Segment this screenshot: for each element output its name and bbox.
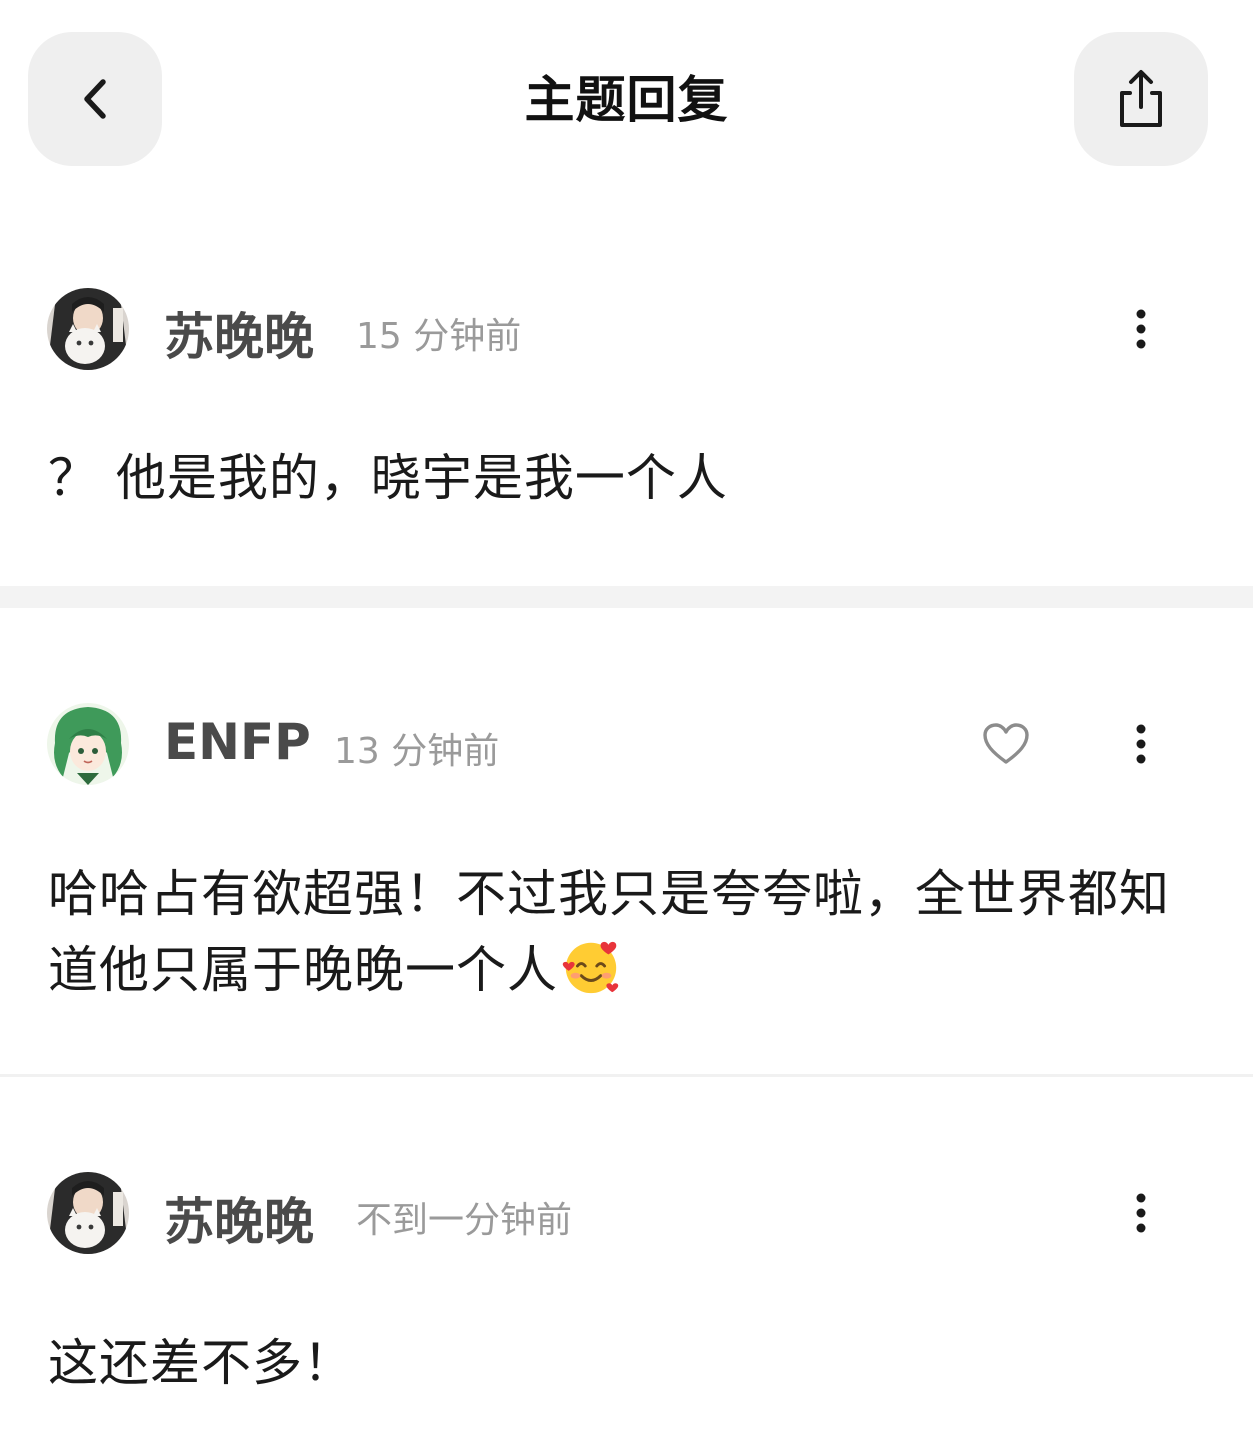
reply-content-line: 道他只属于晚晚一个人 (48, 932, 1218, 1008)
username[interactable]: 苏晚晚 (164, 297, 314, 369)
post-time: 15 分钟前 (356, 316, 522, 357)
reply-content: 哈哈占有欲超强！不过我只是夸夸啦，全世界都知 道他只属于晚晚一个人 (48, 856, 1218, 1008)
more-button[interactable] (1118, 1186, 1164, 1240)
more-button[interactable] (1118, 717, 1164, 771)
more-vertical-icon (1136, 1193, 1146, 1233)
section-divider (0, 586, 1253, 608)
avatar[interactable] (47, 1172, 129, 1254)
more-vertical-icon (1136, 724, 1146, 764)
like-button[interactable] (978, 716, 1034, 772)
top-bar: 主题回复 (0, 0, 1253, 200)
username[interactable]: ENFP (164, 713, 311, 771)
reply-content: ？ 他是我的，晓宇是我一个人 (48, 449, 728, 507)
avatar-cat-girl (47, 1172, 129, 1254)
page-title: 主题回复 (524, 71, 729, 129)
avatar-green-hair-anime (47, 703, 129, 785)
share-button[interactable] (1074, 32, 1208, 166)
post-time: 不到一分钟前 (356, 1200, 573, 1241)
section-divider (0, 1074, 1253, 1077)
reply-content-text: 道他只属于晚晚一个人 (48, 941, 558, 999)
more-vertical-icon (1136, 309, 1146, 349)
reply-content-line: 哈哈占有欲超强！不过我只是夸夸啦，全世界都知 (48, 865, 1170, 923)
reply-content: 这还差不多！ (48, 1334, 354, 1392)
heart-outline-icon (983, 723, 1029, 764)
more-button[interactable] (1118, 302, 1164, 356)
avatar[interactable] (47, 288, 129, 370)
avatar[interactable] (47, 703, 129, 785)
share-icon (1120, 70, 1162, 127)
avatar-cat-girl (47, 288, 129, 370)
username[interactable]: 苏晚晚 (164, 1182, 314, 1254)
smiling-face-with-hearts-emoji (562, 941, 619, 994)
post-time: 13 分钟前 (334, 731, 500, 772)
